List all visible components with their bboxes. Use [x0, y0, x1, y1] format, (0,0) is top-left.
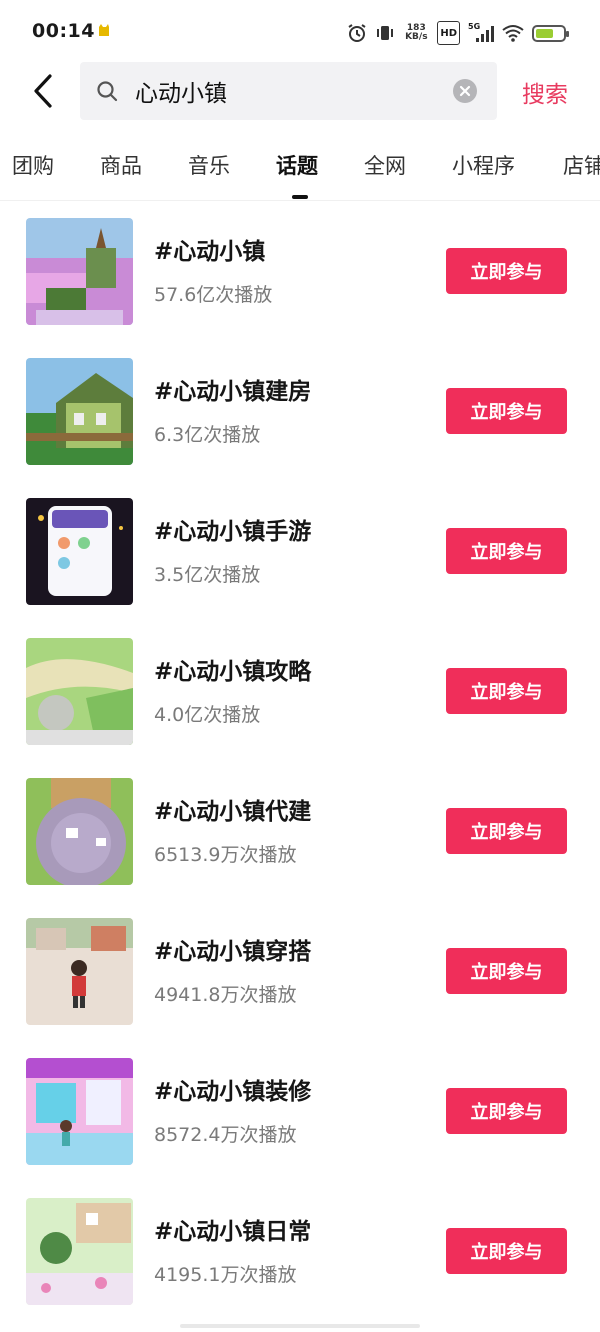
topic-play-count: 6.3亿次播放	[154, 424, 261, 446]
search-header: 搜索	[0, 62, 600, 120]
topic-title: #心动小镇穿搭	[154, 939, 312, 965]
topic-thumbnail	[26, 498, 133, 605]
status-bar: 00:14 183 KB/s HD 5G	[0, 0, 600, 62]
join-topic-button[interactable]: 立即参与	[446, 1088, 567, 1134]
join-topic-button[interactable]: 立即参与	[446, 528, 567, 574]
join-topic-button[interactable]: 立即参与	[446, 248, 567, 294]
tab-yinyue[interactable]: 音乐	[188, 150, 230, 180]
search-icon	[97, 81, 118, 102]
topic-row[interactable]: #心动小镇穿搭 4941.8万次播放 立即参与	[0, 900, 600, 1040]
tab-dianpu[interactable]: 店铺	[563, 150, 600, 180]
topic-row[interactable]: #心动小镇攻略 4.0亿次播放 立即参与	[0, 620, 600, 760]
tab-shangpin[interactable]: 商品	[100, 150, 142, 180]
search-input[interactable]	[135, 62, 435, 120]
notification-cat-icon	[99, 24, 109, 36]
topic-title: #心动小镇日常	[154, 1219, 312, 1245]
topic-play-count: 4195.1万次播放	[154, 1264, 297, 1286]
search-submit-button[interactable]: 搜索	[522, 75, 568, 109]
tab-xiaochengxu[interactable]: 小程序	[452, 150, 515, 180]
topic-thumbnail	[26, 218, 133, 325]
topic-row[interactable]: #心动小镇代建 6513.9万次播放 立即参与	[0, 760, 600, 900]
topic-title: #心动小镇装修	[154, 1079, 312, 1105]
search-box[interactable]	[80, 62, 497, 120]
tab-quanwang[interactable]: 全网	[364, 150, 406, 180]
tab-huati[interactable]: 话题	[276, 150, 318, 180]
topic-row[interactable]: #心动小镇日常 4195.1万次播放 立即参与	[0, 1180, 600, 1320]
join-topic-button[interactable]: 立即参与	[446, 388, 567, 434]
topic-play-count: 8572.4万次播放	[154, 1124, 297, 1146]
topic-thumbnail	[26, 358, 133, 465]
category-tabs: 团购 商品 音乐 话题 全网 小程序 店铺	[0, 138, 600, 198]
topic-row[interactable]: #心动小镇 57.6亿次播放 立即参与	[0, 200, 600, 340]
battery-icon	[532, 22, 569, 44]
signal-icon: 5G	[468, 22, 494, 44]
topic-row[interactable]: #心动小镇建房 6.3亿次播放 立即参与	[0, 340, 600, 480]
join-topic-button[interactable]: 立即参与	[446, 668, 567, 714]
topic-thumbnail	[26, 918, 133, 1025]
topic-thumbnail	[26, 1058, 133, 1165]
clear-icon	[459, 85, 471, 97]
topic-thumbnail	[26, 638, 133, 745]
active-tab-indicator	[292, 195, 308, 199]
topic-play-count: 6513.9万次播放	[154, 844, 297, 866]
topic-title: #心动小镇手游	[154, 519, 312, 545]
topic-title: #心动小镇建房	[154, 379, 312, 405]
topic-thumbnail	[26, 778, 133, 885]
topic-row[interactable]: #心动小镇手游 3.5亿次播放 立即参与	[0, 480, 600, 620]
tab-tuangou[interactable]: 团购	[12, 150, 54, 180]
wifi-icon	[502, 22, 524, 44]
status-time: 00:14	[32, 20, 95, 42]
topic-play-count: 57.6亿次播放	[154, 284, 273, 306]
net-speed: 183 KB/s	[405, 23, 428, 42]
back-button[interactable]	[28, 72, 58, 110]
hd-badge: HD	[437, 21, 460, 45]
join-topic-button[interactable]: 立即参与	[446, 948, 567, 994]
topic-thumbnail	[26, 1198, 133, 1305]
join-topic-button[interactable]: 立即参与	[446, 808, 567, 854]
join-topic-button[interactable]: 立即参与	[446, 1228, 567, 1274]
topic-play-count: 3.5亿次播放	[154, 564, 261, 586]
vibrate-icon	[375, 22, 395, 44]
topic-title: #心动小镇攻略	[154, 659, 312, 685]
clear-search-button[interactable]	[453, 79, 477, 103]
topic-play-count: 4941.8万次播放	[154, 984, 297, 1006]
topic-play-count: 4.0亿次播放	[154, 704, 261, 726]
alarm-icon	[347, 22, 367, 44]
topic-title: #心动小镇	[154, 239, 266, 265]
home-indicator[interactable]	[180, 1324, 420, 1328]
back-arrow-icon	[34, 74, 52, 108]
topic-row[interactable]: #心动小镇装修 8572.4万次播放 立即参与	[0, 1040, 600, 1180]
topic-title: #心动小镇代建	[154, 799, 312, 825]
